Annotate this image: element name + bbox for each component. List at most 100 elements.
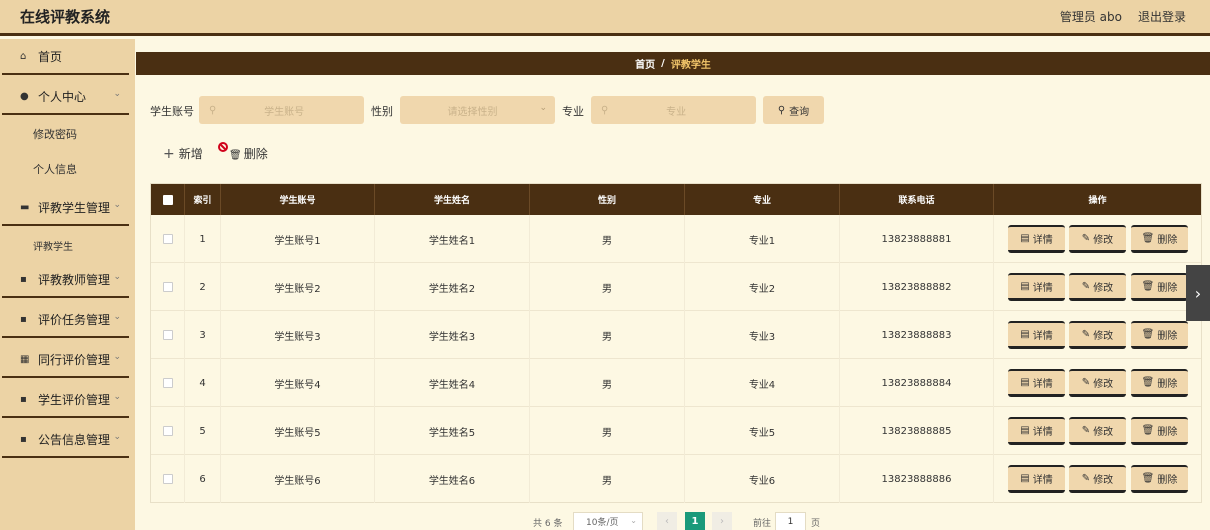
chevron-right-icon: › [720,516,724,527]
table-row: 3 学生账号3 学生姓名3 男 专业3 13823888883 ▤ 详情 ✎ 修改 … [151,311,1201,359]
delete-button[interactable]: 🗑 删除 [1131,273,1188,301]
breadcrumb: 首页 / 评教学生 [136,52,1210,75]
batch-delete-button[interactable]: 🗑 删除 [218,142,268,162]
sidebar-subitem-evaluated-students[interactable]: 评教学生 [2,230,129,260]
delete-button[interactable]: 🗑 删除 [1131,225,1188,253]
detail-button[interactable]: ▤ 详情 [1008,369,1065,397]
major-search-input[interactable]: ⚲ 专业 [591,96,756,124]
chevron-down-icon: ⌄ [113,89,121,99]
delete-button[interactable]: 🗑 删除 [1131,321,1188,349]
breadcrumb-home[interactable]: 首页 [635,56,655,71]
goto-page-input[interactable]: 1 [775,512,806,530]
cell-account: 学生账号4 [221,359,375,407]
delete-button[interactable]: 🗑 删除 [1131,369,1188,397]
page-size-select[interactable]: 10条/页 ⌄ [573,512,643,530]
detail-button[interactable]: ▤ 详情 [1008,273,1065,301]
row-checkbox[interactable] [162,234,173,244]
logout-link[interactable]: 退出登录 [1138,8,1186,25]
sidebar-item-label: 公告信息管理 [38,432,111,447]
detail-button[interactable]: ▤ 详情 [1008,225,1065,253]
side-panel-toggle[interactable]: › [1186,265,1210,321]
edit-button[interactable]: ✎ 修改 [1069,369,1126,397]
chevron-down-icon: ⌄ [113,312,121,322]
sidebar-item-label: 个人中心 [38,89,87,104]
sidebar-item-announcements[interactable]: ▪ 公告信息管理 ⌄ [2,422,129,458]
document-icon: ▤ [1020,425,1030,436]
next-page-button[interactable]: › [712,512,732,530]
delete-button[interactable]: 🗑 删除 [1131,417,1188,445]
row-select-cell [151,311,185,359]
row-checkbox[interactable] [162,474,173,484]
home-icon: ⌂ [20,50,27,62]
cell-major: 专业5 [685,407,840,455]
edit-button[interactable]: ✎ 修改 [1069,321,1126,349]
edit-button-label: 修改 [1093,283,1114,294]
cell-index: 2 [185,263,221,311]
sidebar-item-teacher-management[interactable]: ▪ 评教教师管理 ⌄ [2,262,129,298]
sidebar-item-student-evaluation[interactable]: ▪ 学生评价管理 ⌄ [2,382,129,418]
sidebar-subitem-personal-info[interactable]: 个人信息 [2,154,129,184]
student-table: 索引 学生账号 学生姓名 性别 专业 联系电话 操作 1 学生账号1 学生姓名1… [150,183,1202,503]
page-size-value: 10条/页 [586,518,619,528]
detail-button[interactable]: ▤ 详情 [1008,321,1065,349]
add-button-label: 新增 [178,147,203,161]
cell-gender: 男 [530,455,685,503]
trash-icon: 🗑 [229,150,242,161]
delete-button-label: 删除 [1157,427,1178,438]
detail-button-label: 详情 [1032,235,1053,246]
sidebar-item-home[interactable]: ⌂ 首页 [2,39,129,75]
cell-phone: 13823888882 [840,263,994,311]
cell-major: 专业6 [685,455,840,503]
sidebar-subitem-change-password[interactable]: 修改密码 [2,119,129,149]
prev-page-button[interactable]: ‹ [657,512,677,530]
pencil-icon: ✎ [1081,281,1091,292]
user-icon: ● [20,90,29,102]
trash-icon: 🗑 [1141,425,1155,436]
grid-icon: ▪ [20,273,27,285]
gender-placeholder: 请选择性别 [447,106,498,118]
edit-button[interactable]: ✎ 修改 [1069,417,1126,445]
col-index: 索引 [185,184,221,215]
chevron-down-icon: ⌄ [630,516,637,525]
delete-button[interactable]: 🗑 删除 [1131,465,1188,493]
page-number-current[interactable]: 1 [685,512,705,530]
sidebar-item-label: 评教学生管理 [38,200,111,215]
edit-button-label: 修改 [1093,379,1114,390]
row-checkbox[interactable] [162,330,173,340]
trash-icon: 🗑 [1141,233,1155,244]
cell-major: 专业4 [685,359,840,407]
detail-button[interactable]: ▤ 详情 [1008,417,1065,445]
cell-index: 3 [185,311,221,359]
gender-select[interactable]: 请选择性别 ⌄ [400,96,555,124]
add-button[interactable]: + 新增 [163,145,203,162]
query-button[interactable]: ⚲ 查询 [763,96,824,124]
detail-button-label: 详情 [1032,475,1053,486]
sidebar-item-task-management[interactable]: ▪ 评价任务管理 ⌄ [2,302,129,338]
edit-button[interactable]: ✎ 修改 [1069,225,1126,253]
cell-name: 学生姓名2 [375,263,530,311]
sidebar-item-label: 学生评价管理 [38,392,111,407]
chevron-down-icon: ⌄ [539,103,547,113]
pagination-total: 共 6 条 [533,519,563,529]
edit-button[interactable]: ✎ 修改 [1069,465,1126,493]
sidebar-item-peer-evaluation[interactable]: ▦ 同行评价管理 ⌄ [2,342,129,378]
briefcase-icon: ▬ [20,201,30,213]
sidebar-item-student-management[interactable]: ▬ 评教学生管理 ⌄ [2,190,129,226]
admin-user-label[interactable]: 管理员 abo [1060,8,1122,25]
top-bar: 在线评教系统 管理员 abo 退出登录 [0,0,1210,36]
table-row: 4 学生账号4 学生姓名4 男 专业4 13823888884 ▤ 详情 ✎ 修改 … [151,359,1201,407]
app-title: 在线评教系统 [20,8,111,26]
edit-button[interactable]: ✎ 修改 [1069,273,1126,301]
row-checkbox[interactable] [162,282,173,292]
detail-button[interactable]: ▤ 详情 [1008,465,1065,493]
account-search-input[interactable]: ⚲ 学生账号 [199,96,364,124]
cell-account: 学生账号2 [221,263,375,311]
cell-major: 专业2 [685,263,840,311]
pencil-icon: ✎ [1081,377,1091,388]
col-gender: 性别 [530,184,685,215]
select-all-checkbox[interactable] [162,194,173,205]
row-checkbox[interactable] [162,378,173,388]
sidebar-item-personal-center[interactable]: ● 个人中心 ⌄ [2,79,129,115]
row-checkbox[interactable] [162,426,173,436]
document-icon: ▤ [1020,473,1030,484]
